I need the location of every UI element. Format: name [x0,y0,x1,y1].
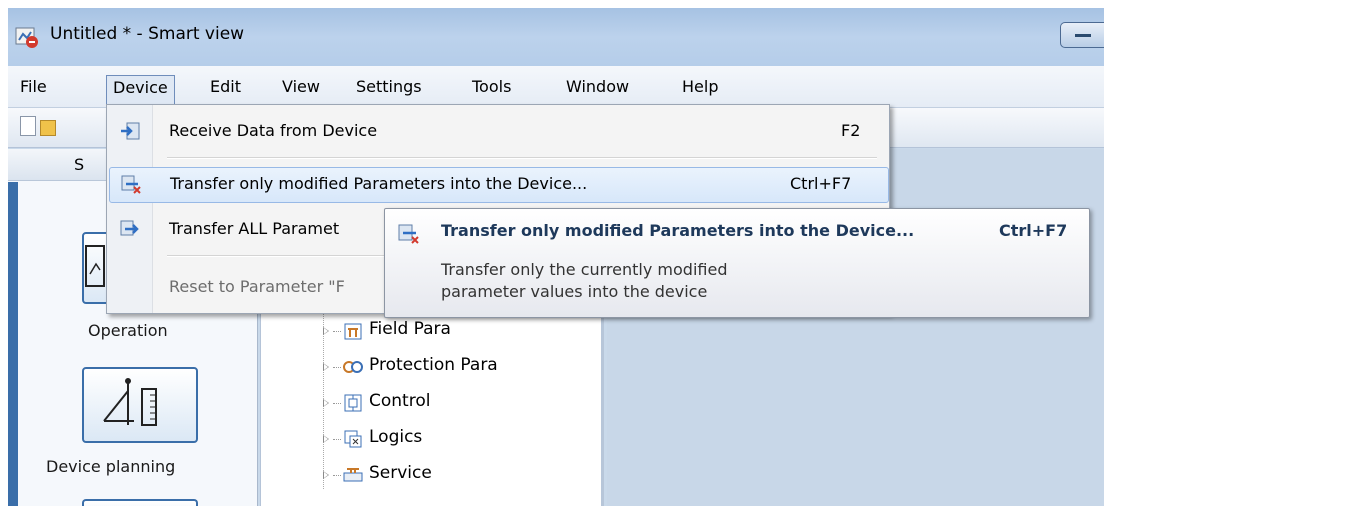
app-icon[interactable] [14,24,40,50]
open-folder-icon[interactable] [40,120,56,136]
control-icon [344,394,362,412]
service-icon [343,468,363,482]
menu-item-label: Transfer only modified Parameters into t… [170,174,588,193]
menu-file[interactable]: File [14,75,53,101]
tree-item-label: Field Para [369,319,451,339]
tooltip-description-line: parameter values into the device [441,282,708,301]
tooltip-description: Transfer only the currently modified par… [441,259,1001,303]
tooltip-description-line: Transfer only the currently modified [441,260,728,279]
window-title: Untitled * - Smart view [50,24,245,44]
device-planning-button[interactable] [82,367,198,443]
field-para-icon [344,323,362,340]
tree-item-label: Control [369,391,431,411]
tree-connector [333,403,341,404]
title-bar: Untitled * - Smart view [8,8,1104,66]
menu-bar: File Device Edit View Settings Tools Win… [8,66,1104,108]
expand-arrow-icon[interactable] [323,363,329,371]
operation-label: Operation [88,321,168,340]
tree-item-label: Logics [369,427,423,447]
expand-arrow-icon[interactable] [323,471,329,479]
new-file-icon[interactable] [20,116,36,136]
menu-separator [167,157,877,159]
menu-item-shortcut: Ctrl+F7 [790,174,852,193]
receive-data-icon [121,122,140,140]
transfer-all-icon [120,220,139,236]
menu-item-shortcut: F2 [841,121,861,140]
device-planning-icon [103,378,157,426]
next-nav-button[interactable] [82,499,198,506]
tree-connector [333,331,341,332]
menu-edit[interactable]: Edit [204,75,247,101]
expand-arrow-icon[interactable] [323,399,329,407]
tree-connector [333,439,341,440]
tree-item-label: Service [369,463,432,483]
tree-connector [333,367,341,368]
menu-item-label: Receive Data from Device [169,121,378,140]
menu-device[interactable]: Device [106,75,175,104]
navigation-strip [8,182,18,506]
expand-arrow-icon[interactable] [323,435,329,443]
transfer-modified-icon [121,175,141,194]
menu-tooltip: Transfer only modified Parameters into t… [384,208,1090,318]
minimize-button[interactable] [1060,22,1104,48]
menu-item-receive-data[interactable]: Receive Data from Device F2 [109,115,887,149]
minimize-icon [1075,34,1091,37]
logics-icon [344,430,362,448]
menu-tools[interactable]: Tools [466,75,517,101]
tree-connector [333,475,341,476]
menu-window[interactable]: Window [560,75,635,101]
menu-item-label: Reset to Parameter "F [169,277,345,296]
expand-arrow-icon[interactable] [323,327,329,335]
device-planning-label: Device planning [46,457,176,476]
menu-help[interactable]: Help [676,75,724,101]
tree-item-label: Protection Para [369,355,498,375]
tooltip-title: Transfer only modified Parameters into t… [441,221,915,240]
menu-settings[interactable]: Settings [350,75,428,101]
protection-para-icon [343,361,363,373]
menu-view[interactable]: View [276,75,326,101]
menu-item-transfer-modified[interactable]: Transfer only modified Parameters into t… [109,167,889,203]
transfer-modified-icon [398,224,419,244]
navigation-panel-title: S [74,155,85,174]
tooltip-shortcut: Ctrl+F7 [999,221,1068,240]
menu-item-label: Transfer ALL Paramet [169,219,340,238]
